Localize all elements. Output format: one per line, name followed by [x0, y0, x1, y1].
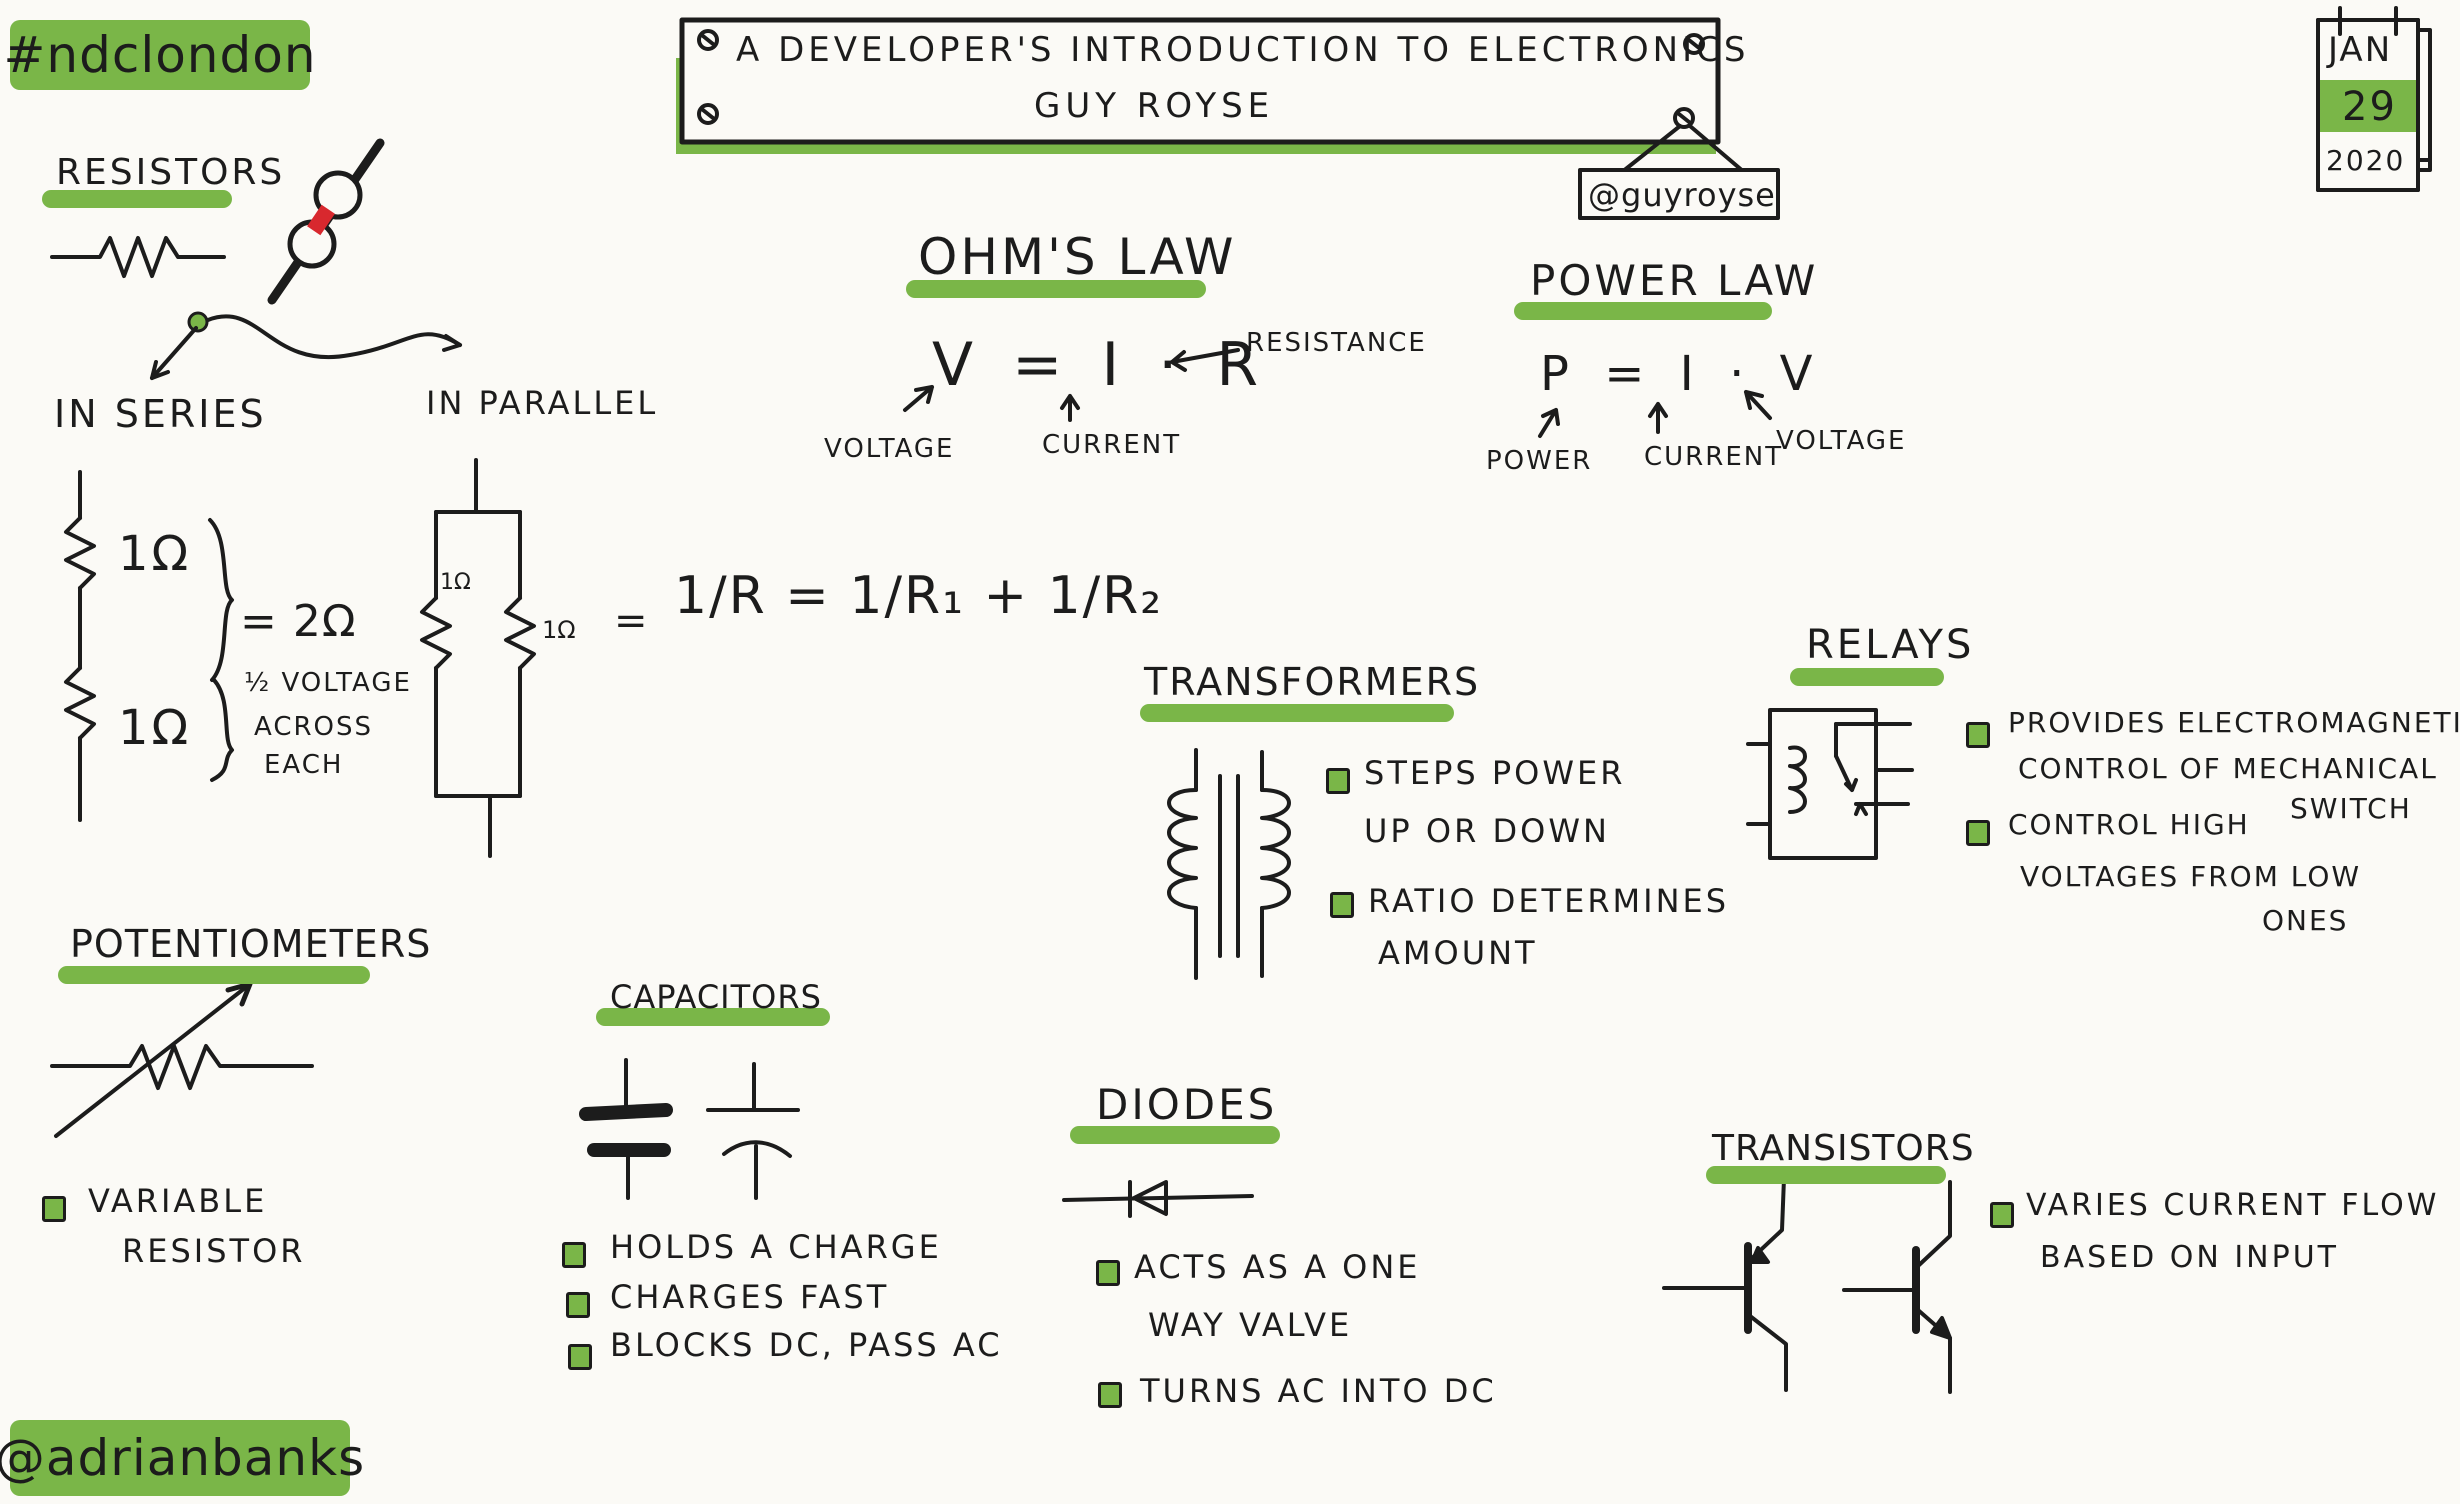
- capacitors-b1: HOLDS A CHARGE: [610, 1228, 942, 1266]
- hashtag-badge: #ndclondon: [4, 20, 316, 90]
- capacitor-symbols: [579, 1058, 800, 1200]
- potentiometers-underline: [58, 966, 370, 984]
- relays-underline: [1790, 668, 1944, 686]
- transistors-b1-line2: BASED ON INPUT: [2040, 1240, 2339, 1275]
- transistors-b1-line1: VARIES CURRENT FLOW: [2026, 1188, 2440, 1223]
- parallel-formula: 1/R = 1/R₁ + 1/R₂: [674, 566, 1164, 626]
- diodes-heading: DIODES: [1096, 1080, 1278, 1129]
- capacitors-bullet-1: [562, 1242, 586, 1268]
- relays-b2-line3: ONES: [2262, 904, 2349, 937]
- date-day: 29: [2342, 84, 2397, 130]
- diode-symbol: [1062, 1180, 1254, 1218]
- potentiometers-bullet-1: [42, 1196, 66, 1222]
- relays-b2-line1: CONTROL HIGH: [2008, 808, 2250, 841]
- series-note-line1: ½ VOLTAGE: [244, 668, 412, 698]
- ohms-resistance-label: RESISTANCE: [1246, 328, 1427, 358]
- ohms-voltage-label: VOLTAGE: [824, 434, 955, 464]
- power-law-heading: POWER LAW: [1530, 256, 1819, 305]
- transformers-bullet-1: [1326, 768, 1350, 794]
- in-parallel-label: IN PARALLEL: [426, 384, 659, 422]
- power-law-formula: P = I · V: [1540, 346, 1823, 402]
- transistors-bullet-1: [1990, 1202, 2014, 1228]
- capacitors-heading: CAPACITORS: [610, 978, 822, 1016]
- transformer-symbol: [1167, 748, 1291, 980]
- parallel-r2-value: 1Ω: [542, 616, 576, 644]
- relays-bullet-1: [1966, 722, 1990, 748]
- series-resistors: [64, 470, 234, 822]
- diodes-b1-line1: ACTS AS A ONE: [1134, 1248, 1421, 1286]
- date-month: JAN: [2328, 30, 2393, 70]
- capacitors-bullet-3: [568, 1344, 592, 1370]
- transistor-symbols: [1662, 1176, 1952, 1394]
- parallel-equals: =: [614, 598, 651, 644]
- power-power-label: POWER: [1486, 446, 1593, 476]
- ohms-law-formula: V = I · R: [932, 330, 1269, 400]
- title-line2: GUY ROYSE: [1034, 86, 1275, 126]
- transformers-heading: TRANSFORMERS: [1144, 660, 1481, 704]
- transformers-b1-line1: STEPS POWER: [1364, 754, 1626, 792]
- relays-b2-line2: VOLTAGES FROM LOW: [2020, 860, 2362, 893]
- in-series-label: IN SERIES: [54, 392, 267, 436]
- relays-heading: RELAYS: [1806, 622, 1975, 668]
- author-handle-text: @adrianbanks: [0, 1429, 366, 1487]
- speaker-handle: @guyroyse: [1588, 176, 1776, 214]
- diodes-bullet-2: [1098, 1382, 1122, 1408]
- resistors-heading: RESISTORS: [56, 152, 286, 193]
- potentiometers-b1-line2: RESISTOR: [122, 1232, 306, 1270]
- relays-b1-line2: CONTROL OF MECHANICAL: [2018, 752, 2438, 785]
- series-note-line3: EACH: [264, 750, 344, 780]
- hashtag-text: #ndclondon: [3, 26, 317, 84]
- series-r1-value: 1Ω: [118, 526, 192, 582]
- title-line1: A DEVELOPER'S INTRODUCTION TO ELECTRONIC…: [736, 30, 1750, 70]
- resistor-component: [267, 138, 385, 305]
- capacitors-b2: CHARGES FAST: [610, 1278, 890, 1316]
- transistors-heading: TRANSISTORS: [1712, 1128, 1975, 1169]
- transformers-b1-line2: UP OR DOWN: [1364, 812, 1610, 850]
- transformers-b2-line2: AMOUNT: [1378, 934, 1538, 972]
- resistor-symbol: [50, 236, 226, 278]
- capacitors-bullet-2: [566, 1292, 590, 1318]
- power-current-label: CURRENT: [1644, 442, 1784, 472]
- date-year: 2020: [2326, 144, 2406, 177]
- ohms-law-heading: OHM'S LAW: [918, 228, 1237, 286]
- parallel-resistors: [420, 458, 536, 858]
- series-note-line2: ACROSS: [254, 712, 374, 742]
- ohms-current-label: CURRENT: [1042, 430, 1182, 460]
- author-handle-badge: @adrianbanks: [0, 1420, 364, 1496]
- relay-symbol: [1746, 708, 1914, 860]
- power-voltage-label: VOLTAGE: [1776, 426, 1907, 456]
- potentiometer-symbol: [50, 981, 314, 1138]
- relays-b1-line3: SWITCH: [2290, 792, 2412, 825]
- capacitors-b3: BLOCKS DC, PASS AC: [610, 1326, 1003, 1364]
- transformers-bullet-2: [1330, 892, 1354, 918]
- potentiometers-heading: POTENTIOMETERS: [70, 922, 432, 966]
- series-total: = 2Ω: [240, 596, 357, 647]
- potentiometers-b1-line1: VARIABLE: [88, 1182, 268, 1220]
- relays-b1-line1: PROVIDES ELECTROMAGNETIC: [2008, 706, 2460, 739]
- parallel-r1-value: 1Ω: [440, 570, 471, 595]
- diodes-bullet-1: [1096, 1260, 1120, 1286]
- transformers-underline: [1140, 704, 1454, 722]
- transformers-b2-line1: RATIO DETERMINES: [1368, 882, 1730, 920]
- diodes-b1-line2: WAY VALVE: [1148, 1306, 1353, 1344]
- diodes-b2-line1: TURNS AC INTO DC: [1140, 1372, 1497, 1410]
- relays-bullet-2: [1966, 820, 1990, 846]
- series-r2-value: 1Ω: [118, 700, 192, 756]
